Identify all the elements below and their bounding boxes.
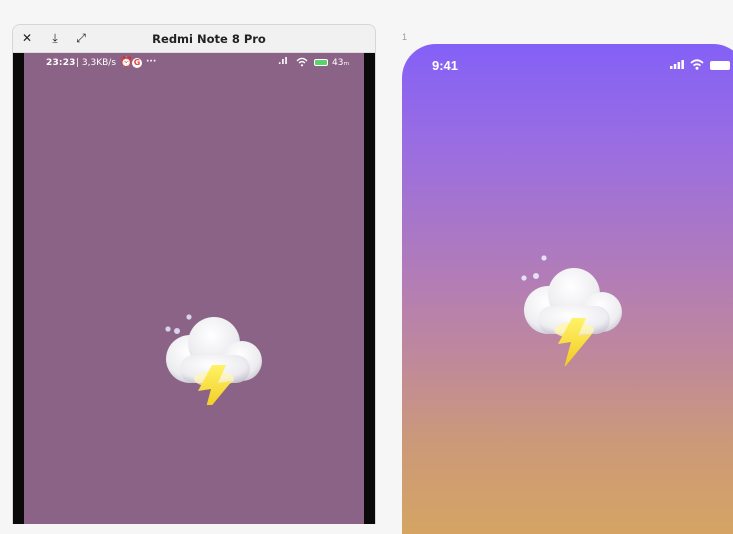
close-icon[interactable]: ✕ <box>19 30 35 46</box>
status-time: 23:23 <box>46 58 76 68</box>
more-notifications-icon: ··· <box>146 57 157 67</box>
artboard-index: 1 <box>402 32 408 42</box>
signal-icon: .ıl <box>278 57 288 67</box>
wifi-icon <box>296 57 308 70</box>
emulator-toolbar: ✕ ⤓ ⤢ Redmi Note 8 Pro <box>13 25 375 53</box>
wifi-icon <box>690 59 704 70</box>
storm-cloud-moon-icon <box>165 301 266 405</box>
cellular-icon <box>670 60 684 69</box>
phone-mockup[interactable]: 9:41 <box>402 44 733 534</box>
battery-percent: 43ₘ <box>332 58 350 68</box>
android-status-bar: 23:23 | 3,3KB/s ⏰ G ··· .ıl 43ₘ <box>24 53 364 75</box>
status-network-speed: | 3,3KB/s <box>76 58 117 68</box>
battery-icon <box>710 61 730 70</box>
device-screen[interactable]: 23:23 | 3,3KB/s ⏰ G ··· .ıl 43ₘ <box>24 53 364 524</box>
emulator-window: ✕ ⤓ ⤢ Redmi Note 8 Pro 23:23 | 3,3KB/s ⏰… <box>12 24 376 524</box>
alarm-icon: ⏰ <box>120 57 133 68</box>
battery-charging-icon <box>314 59 328 66</box>
download-icon[interactable]: ⤓ <box>47 30 63 46</box>
storm-cloud-moon-icon <box>521 255 636 366</box>
ios-status-time: 9:41 <box>432 58 459 73</box>
device-name: Redmi Note 8 Pro <box>152 32 266 46</box>
device-bezel: 23:23 | 3,3KB/s ⏰ G ··· .ıl 43ₘ <box>13 53 375 524</box>
google-icon: G <box>132 58 142 68</box>
expand-icon[interactable]: ⤢ <box>73 30 89 46</box>
